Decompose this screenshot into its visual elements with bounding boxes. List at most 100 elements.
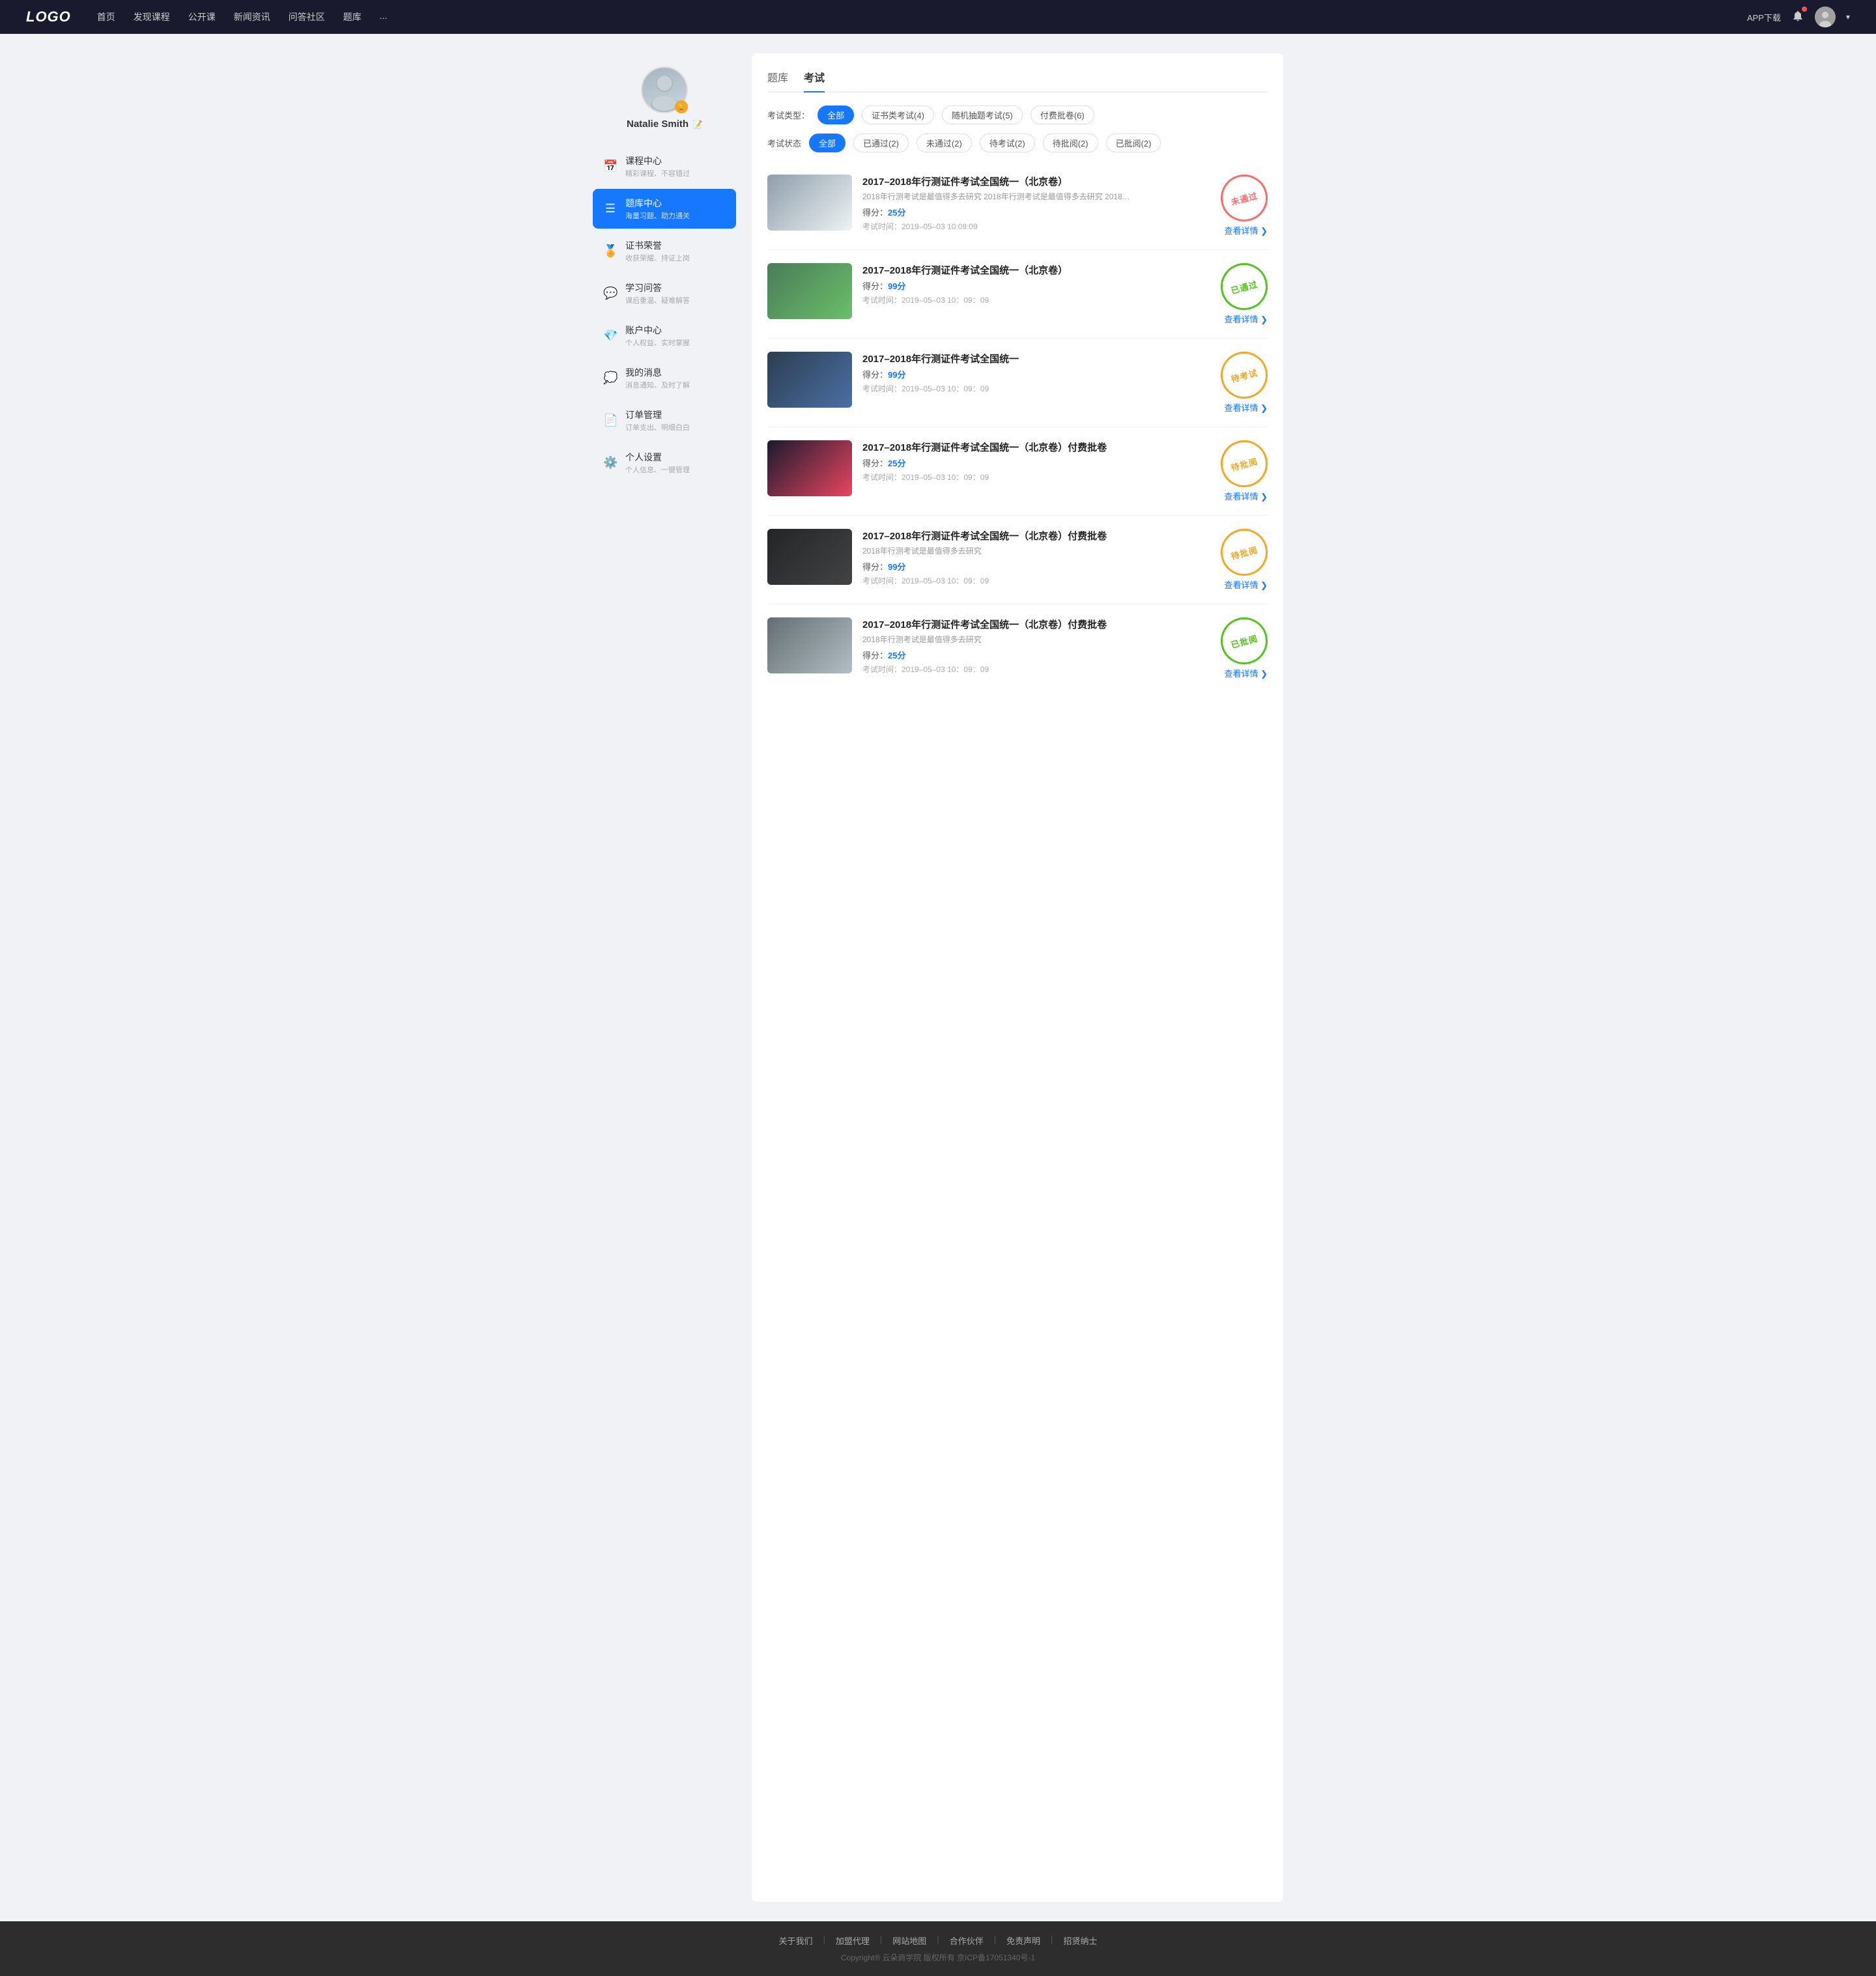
app-download-link[interactable]: APP下载	[1747, 11, 1781, 23]
exam-score-5: 得分：99分	[862, 560, 1192, 572]
exam-detail-link-6[interactable]: 查看详情 ❯	[1224, 667, 1268, 679]
exam-detail-link-1[interactable]: 查看详情 ❯	[1224, 224, 1268, 236]
status-filter-已批阅(2)[interactable]: 已批阅(2)	[1106, 134, 1161, 152]
footer-link-2[interactable]: 网站地图	[892, 1934, 926, 1947]
settings-sub: 个人信息、一键管理	[625, 464, 690, 475]
exam-detail-link-2[interactable]: 查看详情 ❯	[1224, 313, 1268, 325]
course-center-icon: 📅	[603, 160, 618, 173]
exam-item-1: 2017–2018年行测证件考试全国统一（北京卷） 2018年行测考试是最值得多…	[767, 162, 1268, 250]
exam-time-3: 考试时间：2019–05–03 10：09：09	[862, 383, 1192, 394]
exam-score-3: 得分：99分	[862, 368, 1192, 380]
main-container: 🏆 Natalie Smith 📝 📅 课程中心 精彩课程、不容错过 ☰ 题库中…	[580, 34, 1296, 1921]
tab-考试[interactable]: 考试	[804, 69, 825, 91]
nav-link-题库[interactable]: 题库	[343, 10, 362, 23]
sidebar-item-orders[interactable]: 📄 订单管理 订单支出、明细白白	[593, 401, 736, 440]
messages-title: 我的消息	[625, 366, 690, 379]
exam-title-1: 2017–2018年行测证件考试全国统一（北京卷）	[862, 175, 1192, 188]
type-filter-全部[interactable]: 全部	[817, 106, 854, 124]
content-area: 题库考试 考试类型： 全部证书类考试(4)随机抽题考试(5)付费批卷(6) 考试…	[752, 53, 1283, 1902]
certificate-icon: 🏅	[603, 244, 618, 258]
nav-link-问答社区[interactable]: 问答社区	[289, 10, 325, 23]
messages-icon: 💭	[603, 371, 618, 385]
course-center-title: 课程中心	[625, 154, 690, 167]
type-filter-证书类考试(4)[interactable]: 证书类考试(4)	[862, 106, 934, 124]
profile-name-row: Natalie Smith 📝	[627, 119, 702, 130]
nav-link-首页[interactable]: 首页	[97, 10, 115, 23]
exam-item-6: 2017–2018年行测证件考试全国统一（北京卷）付费批卷 2018年行测考试是…	[767, 604, 1268, 692]
question-bank-icon: ☰	[603, 202, 618, 216]
user-avatar-nav[interactable]	[1815, 7, 1836, 27]
footer-link-1[interactable]: 加盟代理	[836, 1934, 870, 1947]
exam-thumb-5	[767, 529, 852, 585]
avatar-wrapper: 🏆	[641, 66, 688, 113]
exam-detail-link-4[interactable]: 查看详情 ❯	[1224, 490, 1268, 502]
type-filter-随机抽题考试(5)[interactable]: 随机抽题考试(5)	[942, 106, 1023, 124]
exam-item-5: 2017–2018年行测证件考试全国统一（北京卷）付费批卷 2018年行测考试是…	[767, 516, 1268, 604]
qa-icon: 💬	[603, 287, 618, 300]
exam-info-4: 2017–2018年行测证件考试全国统一（北京卷）付费批卷 得分：25分 考试时…	[862, 440, 1192, 483]
exam-score-2: 得分：99分	[862, 279, 1192, 292]
exam-status-col-6: 已批阅 查看详情 ❯	[1202, 617, 1268, 679]
exam-thumb-2	[767, 263, 852, 319]
sidebar-item-qa[interactable]: 💬 学习问答 课后重温、疑难解答	[593, 274, 736, 313]
nav-link-发现课程[interactable]: 发现课程	[134, 10, 170, 23]
footer-divider-1: |	[880, 1934, 882, 1947]
exam-detail-link-3[interactable]: 查看详情 ❯	[1224, 401, 1268, 414]
exam-thumb-6	[767, 617, 852, 673]
sidebar-item-messages[interactable]: 💭 我的消息 消息通知、及时了解	[593, 358, 736, 398]
exam-thumb-1	[767, 175, 852, 231]
status-filter-待批阅(2)[interactable]: 待批阅(2)	[1043, 134, 1098, 152]
certificate-title: 证书荣誉	[625, 239, 690, 252]
nav-right: APP下载 ▾	[1747, 7, 1850, 27]
status-filter-已通过(2)[interactable]: 已通过(2)	[853, 134, 909, 152]
exam-info-6: 2017–2018年行测证件考试全国统一（北京卷）付费批卷 2018年行测考试是…	[862, 617, 1192, 675]
exam-thumb-3	[767, 352, 852, 408]
messages-sub: 消息通知、及时了解	[625, 380, 690, 390]
exam-score-1: 得分：25分	[862, 206, 1192, 218]
footer-link-5[interactable]: 招贤纳士	[1064, 1934, 1098, 1947]
status-filter-row: 考试状态 全部已通过(2) 未通过(2) 待考试(2) 待批阅(2) 已批阅(2)	[767, 134, 1268, 152]
profile-edit-icon[interactable]: 📝	[692, 120, 702, 129]
settings-icon: ⚙️	[603, 456, 618, 470]
account-sub: 个人权益、实时掌握	[625, 337, 690, 348]
sidebar-item-course-center[interactable]: 📅 课程中心 精彩课程、不容错过	[593, 147, 736, 186]
notification-bell[interactable]	[1791, 9, 1804, 25]
exam-desc-6: 2018年行测考试是最值得多去研究	[862, 634, 1136, 645]
footer-link-3[interactable]: 合作伙伴	[950, 1934, 984, 1947]
status-filter-未通过(2)[interactable]: 未通过(2)	[917, 134, 972, 152]
sidebar-item-settings[interactable]: ⚙️ 个人设置 个人信息、一键管理	[593, 443, 736, 483]
status-filter-全部[interactable]: 全部	[809, 134, 846, 152]
exam-status-stamp-6: 已批阅	[1215, 612, 1273, 670]
nav-link-...[interactable]: ...	[380, 10, 388, 23]
exam-score-4: 得分：25分	[862, 457, 1192, 469]
exam-info-1: 2017–2018年行测证件考试全国统一（北京卷） 2018年行测考试是最值得多…	[862, 175, 1192, 232]
sidebar-item-question-bank[interactable]: ☰ 题库中心 海量习题、助力通关	[593, 189, 736, 229]
footer-link-4[interactable]: 免责声明	[1006, 1934, 1040, 1947]
exam-detail-link-5[interactable]: 查看详情 ❯	[1224, 578, 1268, 591]
status-filter-待考试(2)[interactable]: 待考试(2)	[980, 134, 1035, 152]
exam-time-6: 考试时间：2019–05–03 10：09：09	[862, 664, 1192, 675]
exam-status-col-3: 待考试 查看详情 ❯	[1202, 352, 1268, 414]
nav-link-公开课[interactable]: 公开课	[188, 10, 216, 23]
exam-title-2: 2017–2018年行测证件考试全国统一（北京卷）	[862, 263, 1192, 277]
footer-links: 关于我们|加盟代理|网站地图|合作伙伴|免责声明|招贤纳士	[13, 1934, 1863, 1947]
sidebar-profile: 🏆 Natalie Smith 📝	[593, 53, 736, 141]
exam-title-3: 2017–2018年行测证件考试全国统一	[862, 352, 1192, 365]
orders-icon: 📄	[603, 414, 618, 427]
sidebar-item-account[interactable]: 💎 账户中心 个人权益、实时掌握	[593, 316, 736, 356]
type-filter-付费批卷(6)[interactable]: 付费批卷(6)	[1030, 106, 1094, 124]
exam-status-col-5: 待批阅 查看详情 ❯	[1202, 529, 1268, 591]
nav-link-新闻资讯[interactable]: 新闻资讯	[234, 10, 270, 23]
exam-desc-1: 2018年行测考试是最值得多去研究 2018年行测考试是最值得多去研究 2018…	[862, 191, 1136, 202]
orders-title: 订单管理	[625, 408, 690, 421]
exam-item-3: 2017–2018年行测证件考试全国统一 得分：99分 考试时间：2019–05…	[767, 339, 1268, 427]
footer-link-0[interactable]: 关于我们	[778, 1934, 812, 1947]
status-filter-label: 考试状态	[767, 137, 801, 149]
user-menu-chevron[interactable]: ▾	[1846, 12, 1850, 21]
account-icon: 💎	[603, 329, 618, 343]
question-bank-title: 题库中心	[625, 197, 690, 210]
tab-题库[interactable]: 题库	[767, 69, 788, 91]
sidebar-item-certificate[interactable]: 🏅 证书荣誉 收获荣耀、持证上岗	[593, 231, 736, 271]
exam-list: 2017–2018年行测证件考试全国统一（北京卷） 2018年行测考试是最值得多…	[767, 162, 1268, 692]
exam-time-1: 考试时间：2019–05–03 10:09:09	[862, 221, 1192, 232]
